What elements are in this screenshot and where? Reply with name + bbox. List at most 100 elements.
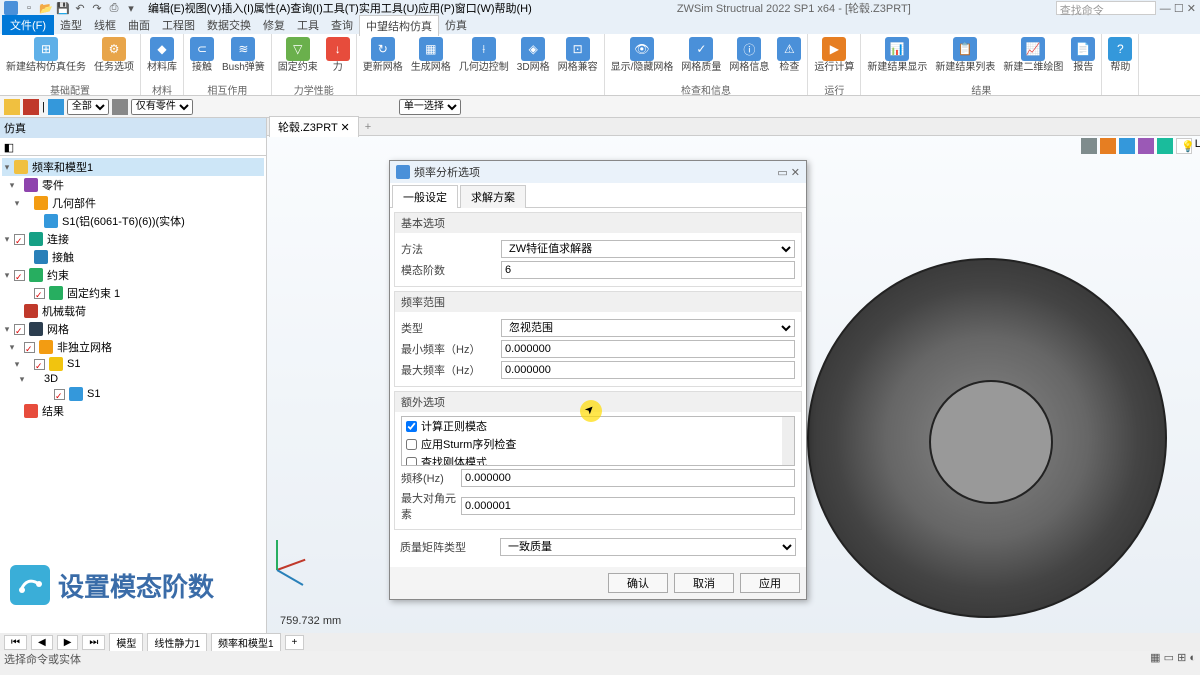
modes-input[interactable]	[501, 261, 795, 279]
tb-icon[interactable]	[23, 99, 39, 115]
combo-filter[interactable]: 全部	[67, 99, 109, 115]
btab-add[interactable]: +	[285, 635, 305, 650]
tb-icon[interactable]	[112, 99, 128, 115]
ribbon-updatemesh[interactable]: ↻更新网格	[359, 35, 407, 82]
combo-parts[interactable]: 仅有零件	[131, 99, 193, 115]
ribbon-report[interactable]: 📄报告	[1067, 35, 1099, 82]
tree-3d[interactable]: ▾3D	[2, 372, 264, 386]
dialog-close-icon[interactable]: ✕	[791, 167, 800, 179]
tree-root[interactable]: ▾频率和模型1	[2, 158, 264, 176]
tree-constraint[interactable]: ▾约束	[2, 266, 264, 284]
shift-input[interactable]	[461, 469, 795, 487]
ribbon-check[interactable]: ⚠检查	[773, 35, 805, 82]
dialog-min-icon[interactable]: ▭	[777, 167, 787, 179]
tree-mesh[interactable]: ▾网格	[2, 320, 264, 338]
tree-contact[interactable]: 接触	[2, 248, 264, 266]
menu-edit[interactable]: 视图(V)	[185, 0, 222, 16]
tab-tools[interactable]: 工具	[291, 15, 325, 35]
file-tab[interactable]: 文件(F)	[2, 15, 54, 35]
method-select[interactable]: ZW特征值求解器	[501, 240, 795, 258]
tree-geom[interactable]: ▾几何部件	[2, 194, 264, 212]
tab-wire[interactable]: 线框	[88, 15, 122, 35]
ribbon-run[interactable]: ▶运行计算	[810, 35, 858, 82]
maximize-icon[interactable]: ☐	[1174, 3, 1184, 15]
menu-query[interactable]: 工具(T)	[323, 0, 359, 16]
ribbon-bush[interactable]: ≋Bush弹簧	[218, 35, 269, 82]
ribbon-force[interactable]: ↓力	[322, 35, 354, 82]
minfreq-input[interactable]	[501, 340, 795, 358]
side-tab-icon[interactable]: ◧	[0, 138, 18, 156]
tab-sim[interactable]: 仿真	[439, 15, 473, 35]
vt-icon[interactable]	[1100, 138, 1116, 154]
ribbon-contact[interactable]: ⊂接触	[186, 35, 218, 82]
combo-select[interactable]: 单一选择	[399, 99, 461, 115]
btab-model[interactable]: 模型	[109, 633, 143, 652]
minimize-icon[interactable]: —	[1160, 3, 1171, 15]
tree-connect[interactable]: ▾连接	[2, 230, 264, 248]
ribbon-task-opts[interactable]: ⚙任务选项	[90, 35, 138, 82]
ribbon-resdisp[interactable]: 📊新建结果显示	[863, 35, 931, 82]
ribbon-res2d[interactable]: 📈新建二维绘图	[999, 35, 1067, 82]
ribbon-3dmesh[interactable]: ◈3D网格	[513, 35, 554, 82]
tab-surface[interactable]: 曲面	[122, 15, 156, 35]
qat-new-icon[interactable]: ▫	[22, 1, 36, 15]
menu-insert[interactable]: 属性(A)	[254, 0, 291, 16]
ribbon-material[interactable]: ◆材料库	[143, 35, 181, 82]
mass-select[interactable]: 一致质量	[500, 538, 796, 556]
menu-file[interactable]: 编辑(E)	[148, 0, 185, 16]
apply-button[interactable]: 应用	[740, 573, 800, 593]
qat-open-icon[interactable]: 📂	[39, 1, 53, 15]
chk-normal[interactable]	[406, 421, 417, 432]
ribbon-meshinfo[interactable]: ⓘ网格信息	[725, 35, 773, 82]
close-icon[interactable]: ✕	[1187, 3, 1196, 15]
ribbon-fixed[interactable]: ▽固定约束	[274, 35, 322, 82]
qat-more-icon[interactable]: ▾	[124, 1, 138, 15]
tb-icon[interactable]	[4, 99, 20, 115]
diag-input[interactable]	[461, 497, 795, 515]
tree-s1b[interactable]: S1	[2, 386, 264, 402]
tree-parts[interactable]: ▾零件	[2, 176, 264, 194]
ribbon-meshqual[interactable]: ✓网格质量	[677, 35, 725, 82]
menu-app[interactable]: 窗口(W)	[455, 0, 495, 16]
btab-nav-last[interactable]: ⏭	[82, 635, 105, 650]
tree-indmesh[interactable]: ▾非独立网格	[2, 338, 264, 356]
tree-solid[interactable]: S1(铝(6061-T6)(6))(实体)	[2, 212, 264, 230]
tab-query[interactable]: 查询	[325, 15, 359, 35]
tree-fixed[interactable]: 固定约束 1	[2, 284, 264, 302]
ribbon-meshcompat[interactable]: ⊡网格兼容	[554, 35, 602, 82]
tab-model[interactable]: 造型	[54, 15, 88, 35]
dialog-titlebar[interactable]: 频率分析选项 ▭✕	[390, 161, 806, 183]
tree-result[interactable]: 结果	[2, 402, 264, 420]
btab-nav-next[interactable]: ▶	[57, 635, 79, 650]
qat-save-icon[interactable]: 💾	[56, 1, 70, 15]
doc-tab[interactable]: 轮毂.Z3PRT ✕	[269, 116, 359, 137]
chk-rigid[interactable]	[406, 457, 417, 467]
qat-redo-icon[interactable]: ↷	[90, 1, 104, 15]
tb-icon[interactable]	[48, 99, 64, 115]
menu-view[interactable]: 插入(I)	[221, 0, 253, 16]
ok-button[interactable]: 确认	[608, 573, 668, 593]
tree-load[interactable]: 机械载荷	[2, 302, 264, 320]
search-input[interactable]: 查找命令	[1056, 1, 1156, 15]
tab-structsim[interactable]: 中望结构仿真	[359, 15, 439, 36]
cancel-button[interactable]: 取消	[674, 573, 734, 593]
btab-static[interactable]: 线性静力1	[147, 633, 207, 652]
tab-drawing[interactable]: 工程图	[156, 15, 201, 35]
vt-icon[interactable]	[1119, 138, 1135, 154]
doc-tab-add[interactable]: +	[359, 121, 377, 133]
qat-print-icon[interactable]: ⎙	[107, 1, 121, 15]
btab-nav-first[interactable]: ⏮	[4, 635, 27, 650]
type-select[interactable]: 忽视范围	[501, 319, 795, 337]
chk-sturm[interactable]	[406, 439, 417, 450]
tab-repair[interactable]: 修复	[257, 15, 291, 35]
vt-icon[interactable]	[1157, 138, 1173, 154]
ribbon-help[interactable]: ?帮助	[1104, 35, 1136, 82]
menu-window[interactable]: 帮助(H)	[495, 0, 532, 16]
vt-icon[interactable]	[1138, 138, 1154, 154]
btab-nav-prev[interactable]: ◀	[31, 635, 53, 650]
menu-attr[interactable]: 查询(I)	[290, 0, 322, 16]
qat-undo-icon[interactable]: ↶	[73, 1, 87, 15]
vt-icon[interactable]	[1081, 138, 1097, 154]
dlg-tab-general[interactable]: 一般设定	[392, 185, 458, 208]
tab-exchange[interactable]: 数据交换	[201, 15, 257, 35]
